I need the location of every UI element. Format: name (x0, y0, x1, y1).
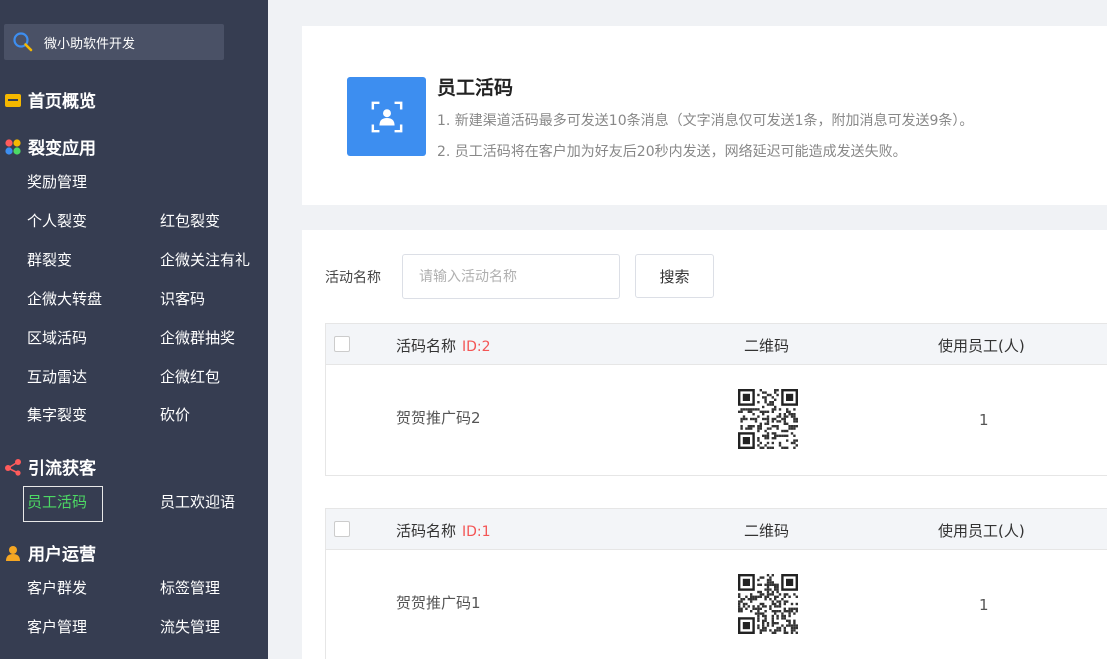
code-table-1: 活码名称 ID:2 二维码 使用员工(人) 贺贺推广码2 1 (325, 323, 1107, 476)
sidebar-search-label: 微小助软件开发 (44, 36, 136, 52)
table-header: 活码名称 ID:2 二维码 使用员工(人) (326, 324, 1107, 365)
code-table-2: 活码名称 ID:1 二维码 使用员工(人) 贺贺推广码1 1 (325, 508, 1107, 659)
sidebar-item-reward[interactable]: 奖励管理 (27, 171, 87, 192)
select-checkbox[interactable] (334, 521, 350, 537)
sidebar-item-group-fission[interactable]: 群裂变 (27, 249, 72, 270)
sidebar-item-collect-words[interactable]: 集字裂变 (27, 404, 87, 425)
section-ops[interactable]: 用户运营 (4, 540, 96, 565)
sidebar-item-customer-manage[interactable]: 客户管理 (27, 616, 87, 637)
sidebar-item-personal-fission[interactable]: 个人裂变 (27, 210, 87, 231)
sidebar-item-staff-welcome[interactable]: 员工欢迎语 (160, 491, 235, 512)
sidebar-item-bargain[interactable]: 砍价 (160, 404, 190, 425)
staff-count: 1 (979, 411, 989, 429)
page-title: 员工活码 (437, 77, 514, 99)
apps-icon (4, 138, 22, 156)
sidebar: 微小助软件开发 首页概览 裂变应用 奖励管理 个人裂变 红包裂变 群裂变 企微关… (0, 0, 268, 659)
sidebar-item-radar[interactable]: 互动雷达 (27, 366, 87, 387)
tip-line-1: 1. 新建渠道活码最多可发送10条消息（文字消息仅可发送1条，附加消息可发送9条… (437, 113, 974, 129)
user-icon (4, 544, 22, 562)
sidebar-item-follow-gift[interactable]: 企微关注有礼 (160, 249, 250, 270)
select-checkbox[interactable] (334, 336, 350, 352)
sidebar-item-staff-code[interactable]: 员工活码 (23, 486, 103, 522)
section-fission-label: 裂变应用 (28, 139, 96, 159)
sidebar-item-wheel[interactable]: 企微大转盘 (27, 288, 102, 309)
sidebar-item-region-code[interactable]: 区域活码 (27, 327, 87, 348)
section-ops-label: 用户运营 (28, 545, 96, 565)
share-icon (4, 458, 22, 476)
code-name: 贺贺推广码2 (396, 409, 481, 427)
home-icon (4, 91, 22, 109)
section-fission[interactable]: 裂变应用 (4, 134, 96, 159)
section-home-label: 首页概览 (28, 92, 96, 112)
tip-line-2: 2. 员工活码将在客户加为好友后20秒内发送，网络延迟可能造成发送失败。 (437, 144, 907, 160)
col-qr-header: 二维码 (744, 522, 790, 540)
staff-count: 1 (979, 596, 989, 614)
col-name-header: 活码名称 ID:1 (396, 522, 491, 540)
sidebar-item-group-lottery[interactable]: 企微群抽奖 (160, 327, 235, 348)
sidebar-item-tag-manage[interactable]: 标签管理 (160, 577, 220, 598)
sidebar-item-churn-manage[interactable]: 流失管理 (160, 616, 220, 637)
scan-code-icon (347, 77, 426, 156)
qr-code-image[interactable] (738, 574, 798, 634)
sidebar-item-redpacket-fission[interactable]: 红包裂变 (160, 210, 220, 231)
section-home[interactable]: 首页概览 (4, 87, 96, 112)
search-label: 活动名称 (325, 270, 381, 286)
col-staff-header: 使用员工(人) (938, 337, 1025, 355)
code-name: 贺贺推广码1 (396, 594, 481, 612)
search-button[interactable]: 搜索 (635, 254, 714, 298)
table-header: 活码名称 ID:1 二维码 使用员工(人) (326, 509, 1107, 550)
code-id: ID:1 (462, 524, 491, 540)
activity-name-input[interactable] (402, 254, 620, 299)
sidebar-search[interactable]: 微小助软件开发 (4, 24, 224, 60)
code-id: ID:2 (462, 339, 491, 355)
sidebar-item-customer-broadcast[interactable]: 客户群发 (27, 577, 87, 598)
search-icon (12, 31, 34, 53)
sidebar-item-customer-code[interactable]: 识客码 (160, 288, 205, 309)
section-traffic[interactable]: 引流获客 (4, 454, 96, 479)
qr-code-image[interactable] (738, 389, 798, 449)
section-traffic-label: 引流获客 (28, 459, 96, 479)
sidebar-item-wecom-redpacket[interactable]: 企微红包 (160, 366, 220, 387)
col-name-header: 活码名称 ID:2 (396, 337, 491, 355)
col-qr-header: 二维码 (744, 337, 790, 355)
col-staff-header: 使用员工(人) (938, 522, 1025, 540)
